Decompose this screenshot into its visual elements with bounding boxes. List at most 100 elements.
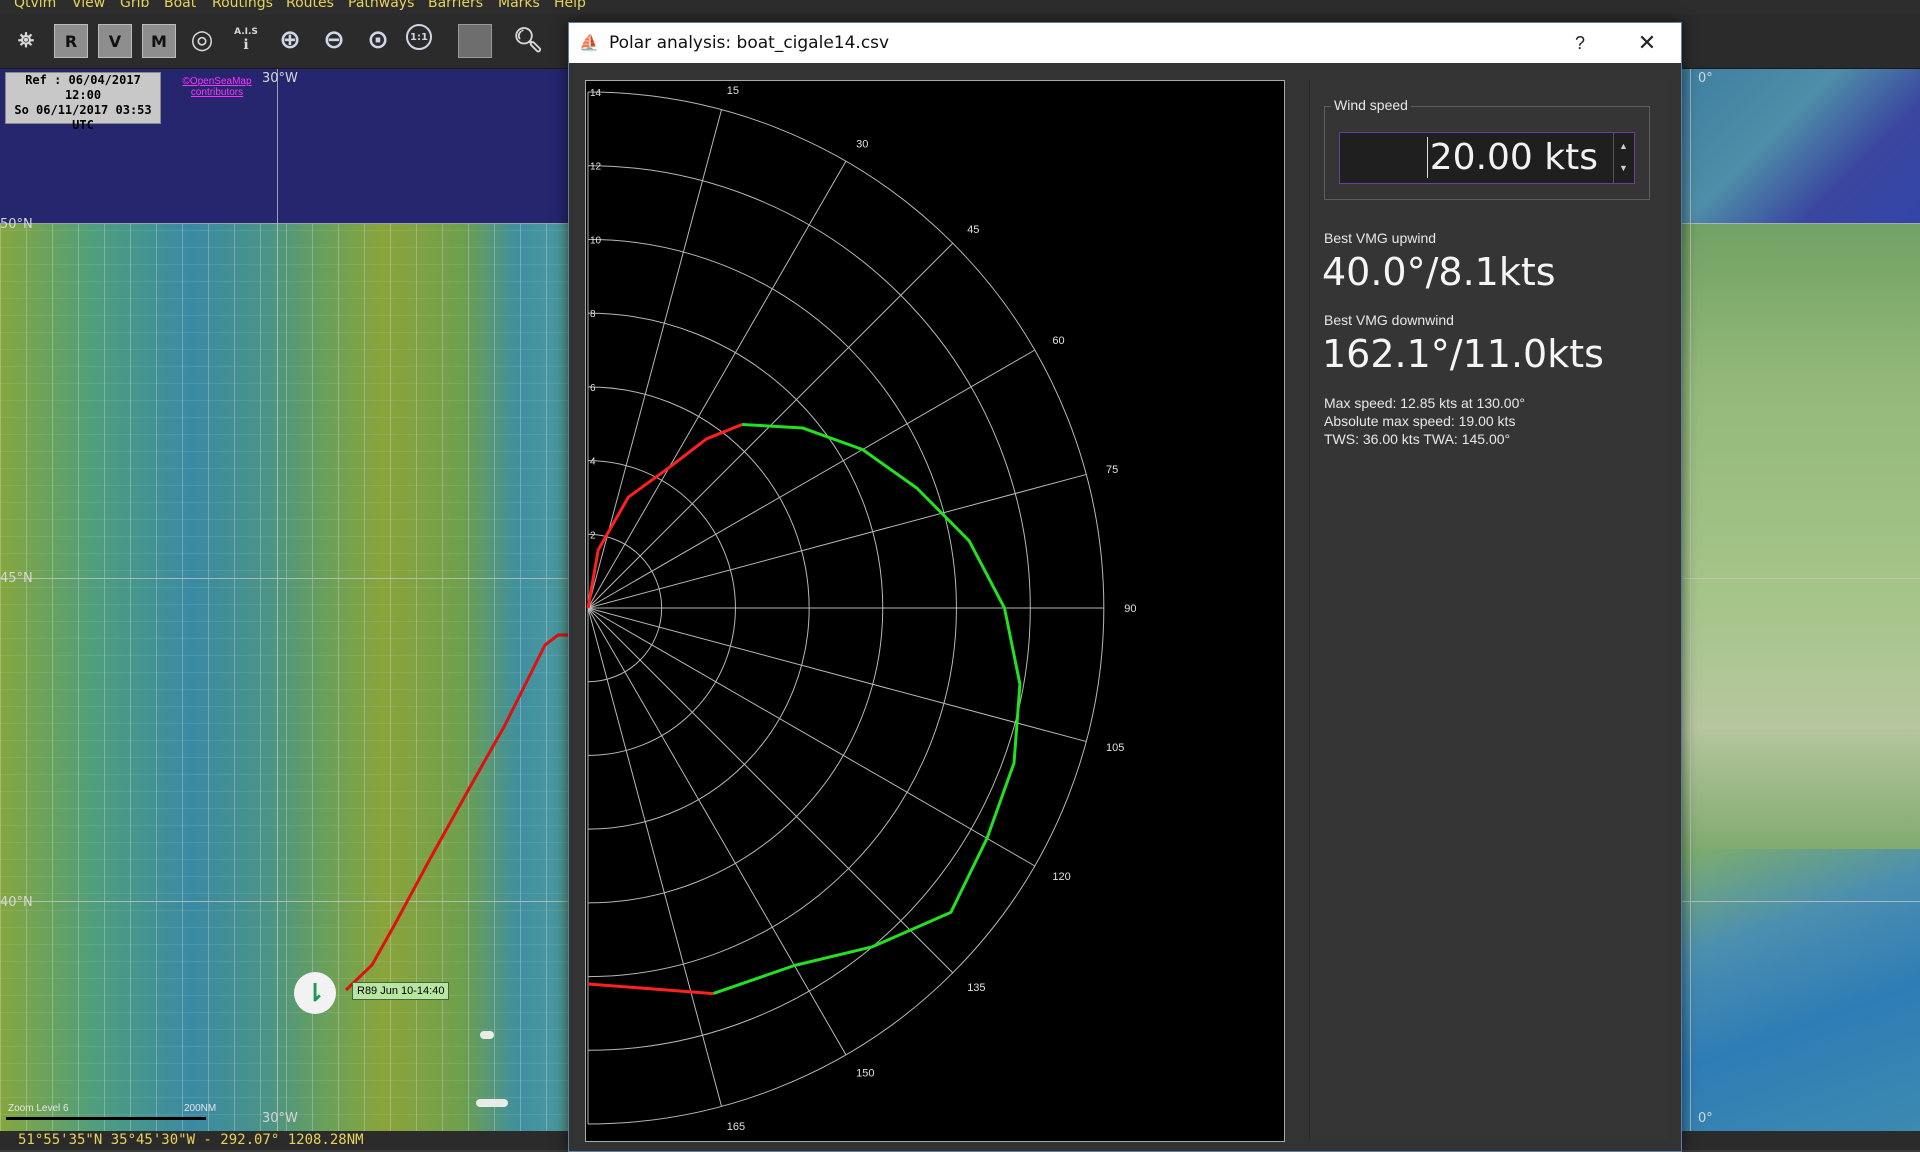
route-tag[interactable]: R89 Jun 10-14:40 [352,982,450,1000]
reference-date-box: Ref : 06/04/2017 12:00 So 06/11/2017 03:… [5,72,161,132]
zoom-level-label: Zoom Level 6 [8,1103,69,1114]
radius-tick-label: 4 [590,457,596,468]
lon-label-0-bottom: 0° [1698,1111,1713,1126]
menu-routings[interactable]: Routings [212,0,273,11]
osm-line: ©OpenSeaMap [182,76,252,87]
angle-tick-label: 105 [1106,742,1124,754]
angle-tick-label: 120 [1052,871,1070,883]
meridian-0 [1690,69,1691,1131]
angle-tick-label: 45 [967,224,979,236]
polar-spoke [587,607,1087,743]
ais-button[interactable]: A.I.S ℹ [230,24,262,56]
close-button[interactable]: ✕ [1629,27,1665,59]
angle-tick-label: 135 [967,982,985,994]
best-vmg-upwind-label: Best VMG upwind [1324,230,1437,246]
polar-spoke [587,607,954,974]
lon-label-0-top: 0° [1698,71,1713,86]
ref-line: UTC [72,118,94,132]
max-speed-text: Max speed: 12.85 kts at 130.00° [1324,395,1525,411]
wind-speed-spinbox[interactable]: 20.00 kts ▲ ▼ [1339,132,1635,184]
select-area-icon[interactable] [458,24,492,58]
dialog-title: Polar analysis: boat_cigale14.csv [609,33,890,53]
compass-icon[interactable]: ◎ [186,24,218,56]
scale-bar: Zoom Level 6 200NM [6,1103,216,1120]
zoom-1to1-button[interactable]: 1:1 [406,24,432,50]
polar-spoke [587,607,723,1107]
angle-tick-label: 150 [856,1067,874,1079]
angle-tick-label: 30 [856,139,868,151]
radius-tick-label: 8 [590,309,596,320]
radius-tick-label: 14 [590,88,602,99]
osm-attribution-link[interactable]: ©OpenSeaMap contributors [172,76,262,98]
radius-tick-label: 2 [590,530,596,541]
polar-plot: 2 4 6 8 10 12 14 15 30 45 60 75 90 105 120 135 150 165 [585,80,1285,1142]
app-icon: ⛵ [579,35,599,52]
m-label: M [151,31,167,51]
menu-pathways[interactable]: Pathways [348,0,414,11]
polar-svg: 2 4 6 8 10 12 14 15 30 45 60 75 90 105 120 135 150 165 [586,85,1137,1133]
zoom-in-icon[interactable]: ⊕ [274,24,306,56]
angle-tick-label: 15 [727,85,739,97]
analysis-panel: Wind speed 20.00 kts ▲ ▼ Best VMG upwind… [1309,80,1668,1140]
zoom-1to1-label: 1:1 [410,31,428,43]
best-vmg-upwind-value: 40.0°/8.1kts [1322,250,1556,294]
angle-tick-label: 165 [727,1121,745,1133]
menu-bar: Qtvlm View Grib Boat Routings Routes Pat… [0,0,1920,14]
spin-down-icon[interactable]: ▼ [1619,163,1628,173]
polar-analysis-dialog: ⛵ Polar analysis: boat_cigale14.csv ? ✕ … [568,22,1682,1152]
menu-marks[interactable]: Marks [498,0,540,11]
polar-curve-downwind [587,982,714,996]
polar-curve-reaching [712,422,1022,996]
menu-help[interactable]: Help [554,0,586,11]
ais-icon: ℹ [243,37,249,53]
help-button[interactable]: ? [1565,29,1595,57]
polar-spoke [587,607,1036,867]
cursor-coordinates: 51°55'35"N 35°45'30"W - 292.07° 1208.28N… [18,1132,364,1148]
spin-up-icon[interactable]: ▲ [1619,141,1628,151]
r-label: R [64,31,78,51]
magnifier-icon[interactable]: 🔍︎ [512,24,544,56]
menu-qtvlm[interactable]: Qtvlm [14,0,56,11]
polar-spoke [587,160,847,609]
menu-view[interactable]: View [72,0,105,11]
dialog-titlebar[interactable]: ⛵ Polar analysis: boat_cigale14.csv ? ✕ [569,23,1681,63]
island [480,1031,494,1039]
best-vmg-downwind-label: Best VMG downwind [1324,312,1454,328]
tws-twa-text: TWS: 36.00 kts TWA: 145.00° [1324,431,1511,447]
ais-label: A.I.S [234,27,258,37]
wind-speed-value: 20.00 kts [1426,137,1598,178]
scale-line [6,1117,206,1120]
ref-line: Ref : 06/04/2017 12:00 [25,73,141,102]
vlm-v-button[interactable]: V [98,24,132,58]
polar-spoke [587,473,1087,609]
lighthouse-icon[interactable]: ⛯ [10,24,42,56]
osm-line: contributors [190,87,244,98]
menu-routes[interactable]: Routes [286,0,334,11]
spin-arrows[interactable]: ▲ ▼ [1613,133,1634,183]
angle-tick-label: 75 [1106,464,1118,476]
wind-speed-label: Wind speed [1331,97,1411,113]
v-label: V [108,31,122,51]
menu-boat[interactable]: Boat [164,0,196,11]
route-line[interactable] [0,69,570,1131]
island [476,1099,508,1107]
marks-m-button[interactable]: M [142,24,176,58]
zoom-out-icon[interactable]: ⊖ [318,24,350,56]
wind-speed-group: Wind speed 20.00 kts ▲ ▼ [1324,97,1650,200]
radius-tick-label: 12 [590,162,602,173]
radius-tick-label: 6 [590,383,596,394]
angle-tick-label: 60 [1052,335,1064,347]
map-sea-north [1680,69,1920,224]
scale-label: 200NM [184,1103,217,1114]
routing-r-button[interactable]: R [54,24,88,58]
radius-tick-label: 10 [590,235,602,246]
abs-max-speed-text: Absolute max speed: 19.00 kts [1324,413,1516,429]
ref-line: So 06/11/2017 03:53 [14,103,152,117]
boat-icon[interactable]: ⇂ [294,972,336,1014]
menu-grib[interactable]: Grib [120,0,149,11]
zoom-fit-icon[interactable]: ⊙ [362,24,394,56]
menu-barriers[interactable]: Barriers [428,0,483,11]
polar-stats: Max speed: 12.85 kts at 130.00° Absolute… [1324,394,1525,448]
map-sea-south [1680,849,1920,1131]
polar-curve-upwind [586,423,743,609]
